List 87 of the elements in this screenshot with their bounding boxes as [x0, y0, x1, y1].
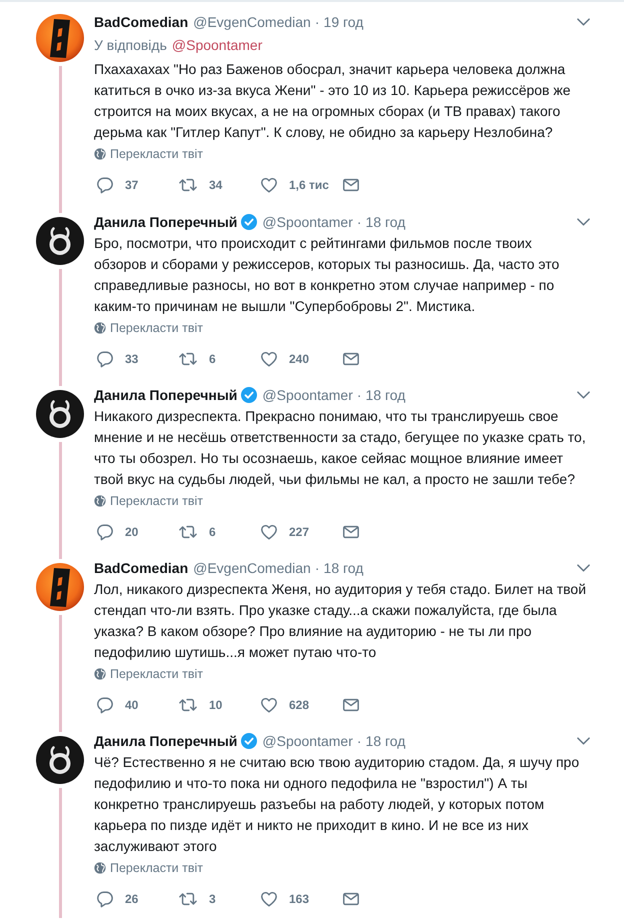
retweet-button[interactable]: 6 — [176, 350, 216, 368]
globe-icon — [94, 322, 106, 334]
retweet-icon — [178, 890, 198, 908]
envelope-icon — [342, 890, 360, 908]
heart-icon — [260, 890, 278, 908]
author-name[interactable]: Данила Поперечный — [94, 214, 238, 230]
reply-button[interactable]: 26 — [94, 890, 138, 908]
dot-separator: · — [356, 387, 362, 403]
reply-button[interactable]: 33 — [94, 350, 138, 368]
chevron-down-icon[interactable] — [577, 564, 590, 572]
reply-icon — [96, 350, 114, 368]
chevron-down-icon[interactable] — [577, 391, 590, 399]
tweet-text: Бро, посмотри, что происходит с рейтингами фильмов после твоих обзоров и сборами у режиссеров, которых ты разносишь. Да, часто это справедливые разносы, но вот в конкретно этом случае например - по каким-то причинам не вышли "Супербобровы 2". Мистика. — [94, 234, 560, 316]
tweet-time[interactable]: 18 год — [366, 387, 406, 403]
like-button[interactable]: 1,6 тис — [258, 176, 329, 194]
author-handle[interactable]: @Spoontamer — [262, 387, 353, 403]
tweet-time[interactable]: 18 год — [366, 214, 406, 230]
envelope-icon — [342, 176, 360, 194]
retweet-button[interactable]: 34 — [176, 176, 222, 194]
envelope-icon — [342, 350, 360, 368]
dot-separator: · — [314, 14, 320, 30]
reply-icon — [96, 696, 114, 714]
message-button[interactable] — [340, 176, 360, 194]
message-button[interactable] — [340, 696, 360, 714]
reply-icon — [96, 890, 114, 908]
retweet-icon — [178, 176, 198, 194]
globe-icon — [94, 862, 106, 874]
chevron-down-icon[interactable] — [577, 18, 590, 26]
reply-button[interactable]: 40 — [94, 696, 138, 714]
translate-link[interactable]: Перекласти твіт — [94, 147, 203, 161]
author-handle[interactable]: @Spoontamer — [262, 214, 353, 230]
like-button[interactable]: 163 — [258, 890, 310, 908]
retweet-button[interactable]: 6 — [176, 523, 216, 541]
chevron-down-icon[interactable] — [577, 218, 590, 226]
message-button[interactable] — [340, 890, 360, 908]
globe-icon — [94, 148, 106, 160]
avatar-icon[interactable] — [36, 217, 84, 265]
author-name[interactable]: Данила Поперечный — [94, 387, 238, 403]
retweet-icon — [178, 350, 198, 368]
heart-icon — [260, 523, 278, 541]
reply-icon — [96, 176, 114, 194]
retweet-button[interactable]: 3 — [176, 890, 216, 908]
like-button[interactable]: 628 — [258, 696, 310, 714]
translate-link[interactable]: Перекласти твіт — [94, 667, 203, 681]
author-name[interactable]: BadComedian — [94, 14, 188, 30]
envelope-icon — [342, 696, 360, 714]
globe-icon — [94, 495, 106, 507]
avatar-icon[interactable] — [36, 736, 84, 784]
message-button[interactable] — [340, 523, 360, 541]
globe-icon — [94, 668, 106, 680]
tweet-text: Чё? Естественно я не считаю всю твою аудиторию стадом. Да, я шучу про педофилию и что-то пока ни одного педофила не "взростил") А ты конкретно транслируешь разъебы на работу людей, у которых потом карьера по пизде идёт и никто не приходит в кино. И не все из них заслуживают этого — [94, 753, 580, 856]
avatar-icon[interactable] — [36, 390, 84, 438]
heart-icon — [260, 350, 278, 368]
tweet-text: Лол, никакого дизреспекта Женя, но аудитория у тебя стадо. Билет на твой стендап что-ли взять. Про указке стаду...а скажи пожалуйста, где была указка? В каком обзоре? Про влияние на аудиторию - не ты ли про педофилию шутишь...я может путаю что-то — [94, 580, 588, 662]
translate-link[interactable]: Перекласти твіт — [94, 861, 203, 875]
avatar-icon[interactable] — [36, 563, 84, 611]
envelope-icon — [342, 523, 360, 541]
tweet-time[interactable]: 18 год — [366, 733, 406, 749]
translate-link[interactable]: Перекласти твіт — [94, 321, 203, 335]
avatar-icon[interactable] — [36, 14, 84, 62]
tweet-text: Никакого дизреспекта. Прекрасно понимаю, что ты транслируешь свое мнение и не несёшь ответственности за стадо, бегущее по указке срать то, что ты обозрел. Но ты осознаешь, какое сейяас мощное влияние имеет твой вкус на судьбы людей, чьи фильмы не кал, а просто не зашли тебе? — [94, 407, 587, 489]
reply-to-label: У відповідь — [94, 37, 167, 53]
author-name[interactable]: Данила Поперечный — [94, 733, 238, 749]
message-button[interactable] — [340, 350, 360, 368]
tweet-time[interactable]: 19 год — [324, 14, 364, 30]
like-button[interactable]: 227 — [258, 523, 310, 541]
heart-icon — [260, 696, 278, 714]
dot-separator: · — [314, 560, 320, 576]
retweet-icon — [178, 696, 198, 714]
tweet-time[interactable]: 18 год — [324, 560, 364, 576]
retweet-button[interactable]: 10 — [176, 696, 222, 714]
author-handle[interactable]: @Spoontamer — [262, 733, 353, 749]
reply-button[interactable]: 37 — [94, 176, 138, 194]
dot-separator: · — [356, 214, 362, 230]
chevron-down-icon[interactable] — [577, 737, 590, 745]
like-button[interactable]: 240 — [258, 350, 310, 368]
heart-icon — [260, 176, 278, 194]
tweet-text: Пхахахахах "Но раз Баженов обосрал, значит карьера человека должна катиться в очко из-за вкуса Жени" - это 10 из 10. Карьера режиссёров же строится на моих вкусах, а не на огромных сборах (и ТВ правах) такого дерьма как "Гитлер Капут". К слову, не обидно за карьеру Незлобина? — [94, 60, 572, 142]
reply-icon — [96, 523, 114, 541]
author-handle[interactable]: @EvgenComedian — [193, 560, 311, 576]
author-handle[interactable]: @EvgenComedian — [193, 14, 311, 30]
retweet-icon — [178, 523, 198, 541]
reply-button[interactable]: 20 — [94, 523, 138, 541]
author-name[interactable]: BadComedian — [94, 560, 188, 576]
translate-link[interactable]: Перекласти твіт — [94, 494, 203, 508]
mention-link[interactable]: @Spoontamer — [172, 37, 262, 53]
dot-separator: · — [356, 733, 362, 749]
